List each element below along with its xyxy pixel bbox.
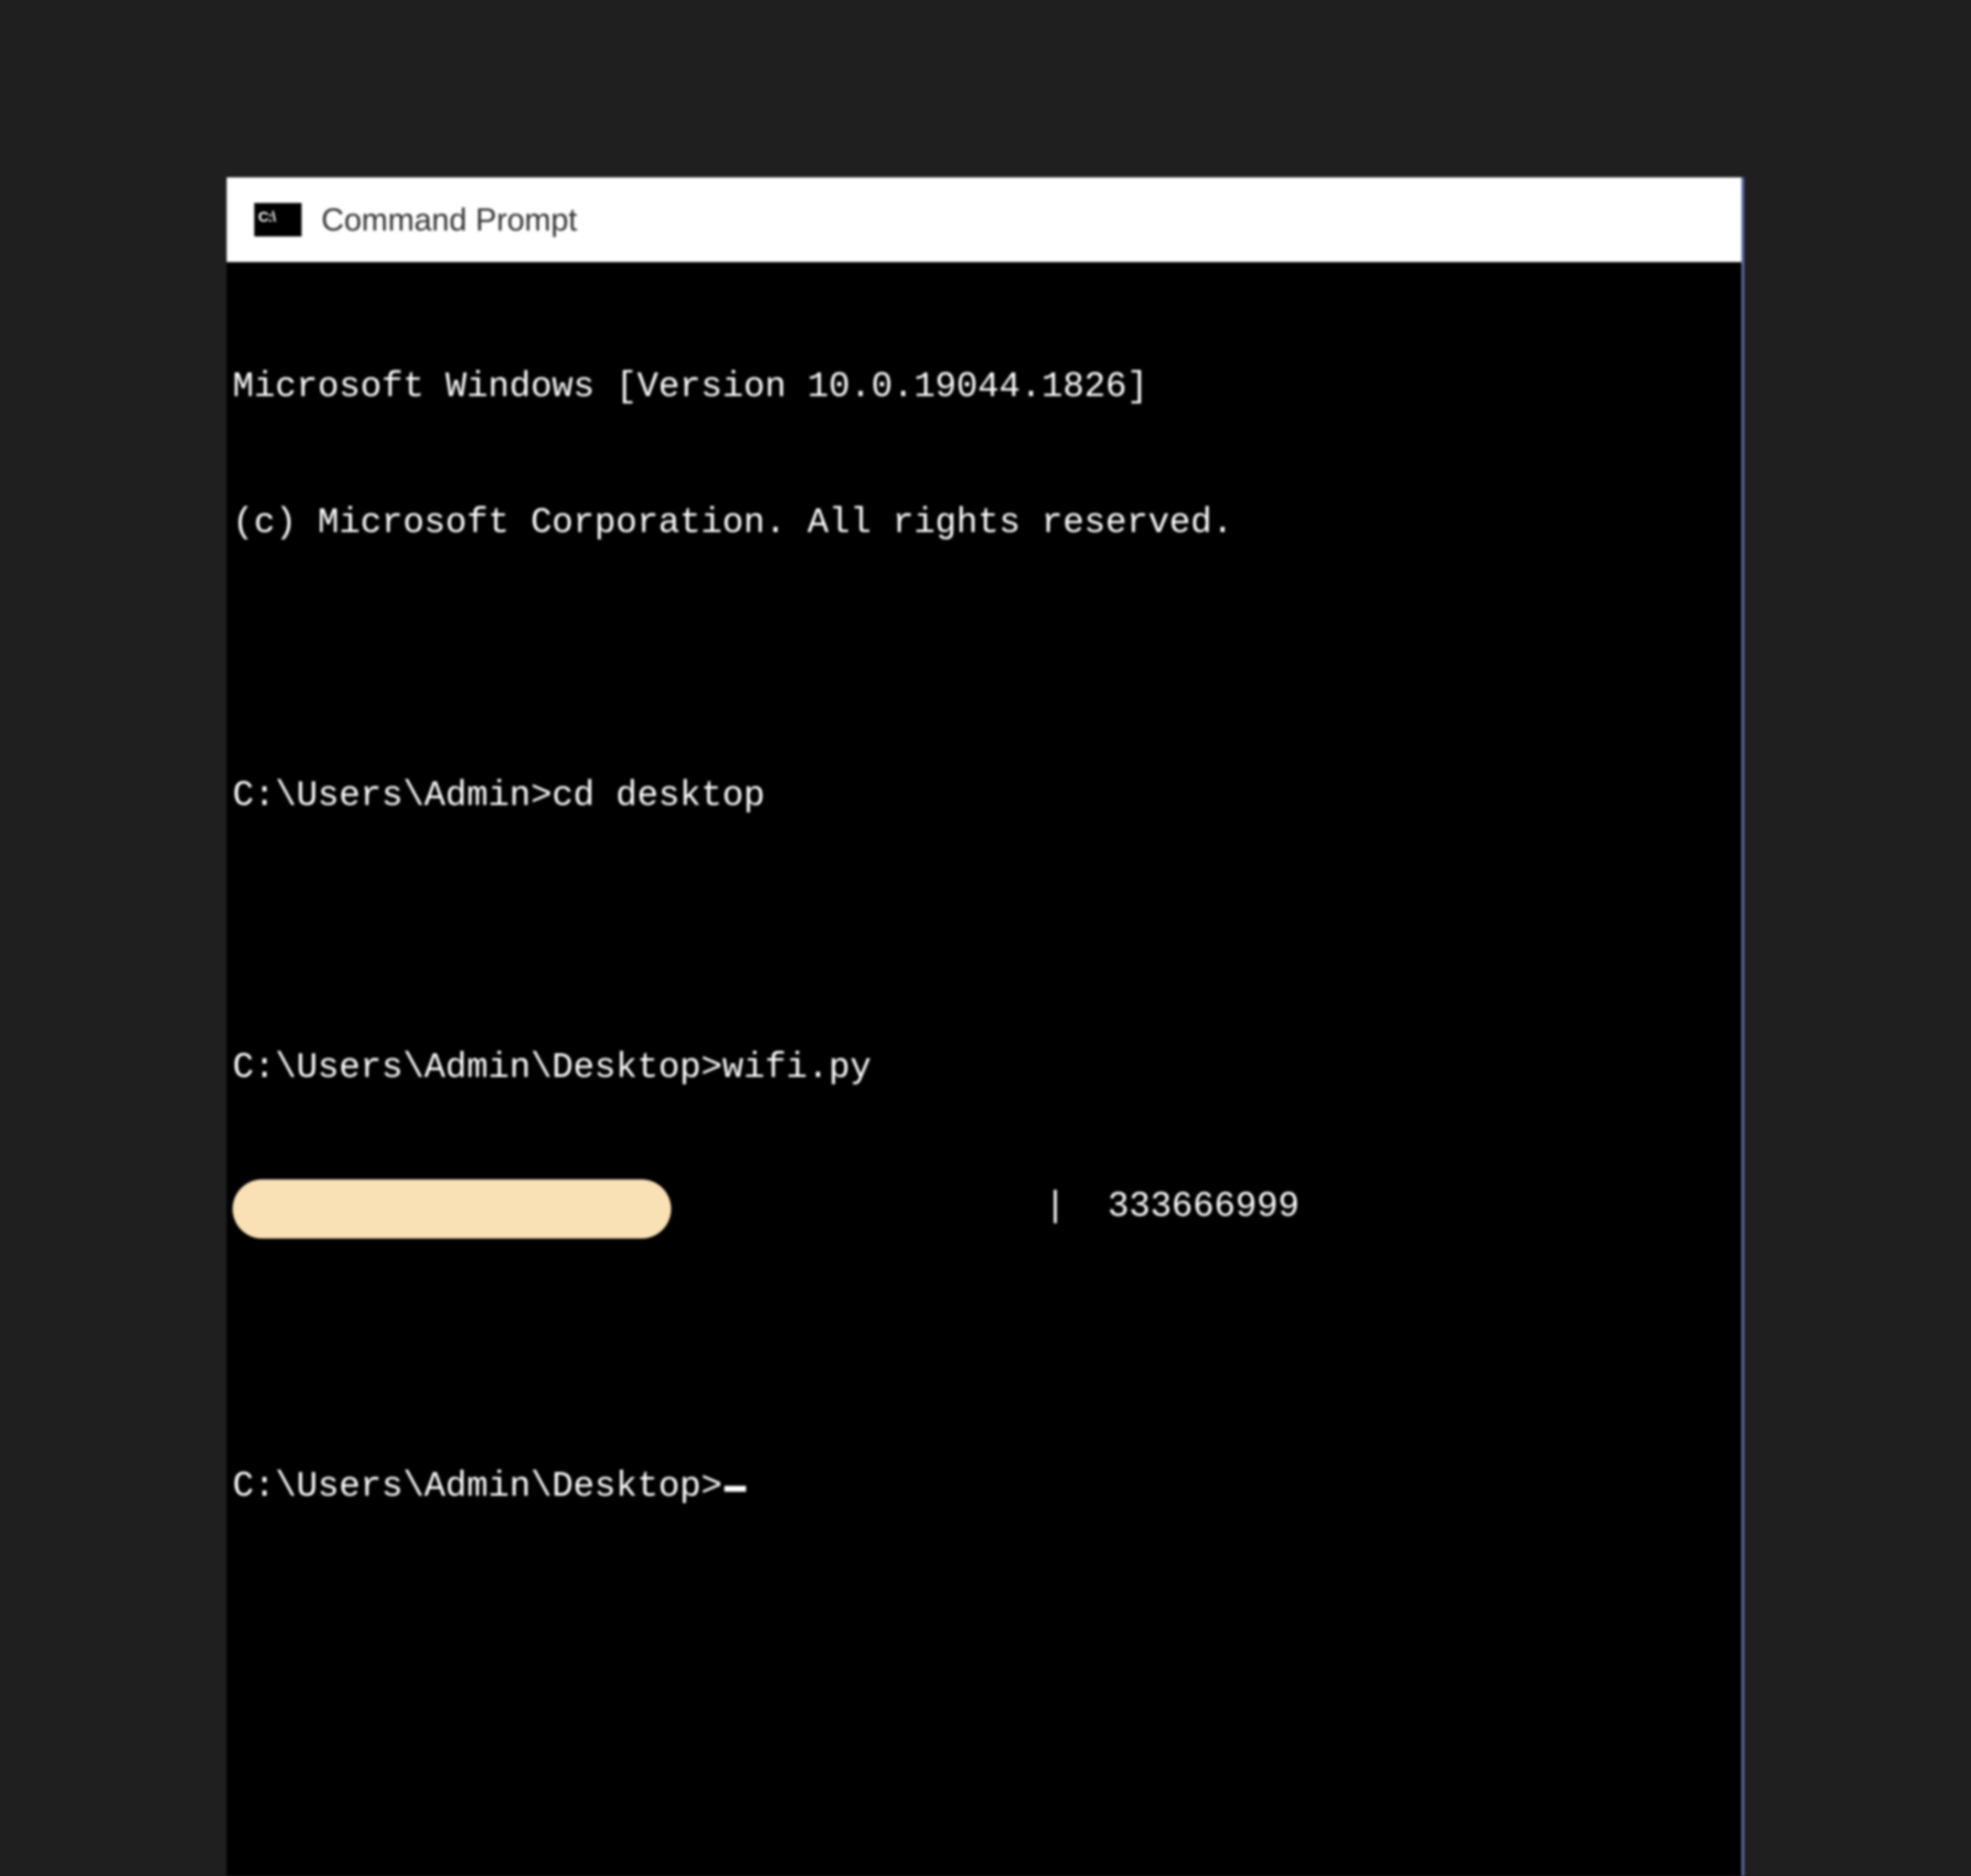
- output-separator: |: [1045, 1184, 1066, 1230]
- blank-line: [233, 909, 1735, 955]
- prompt-line: C:\Users\Admin\Desktop>: [233, 1464, 1735, 1509]
- prompt-path: C:\Users\Admin>: [233, 775, 552, 816]
- window-title: Command Prompt: [321, 202, 578, 238]
- banner-line: Microsoft Windows [Version 10.0.19044.18…: [233, 365, 1735, 410]
- prompt-line: C:\Users\Admin\Desktop>wifi.py: [233, 1045, 1735, 1091]
- prompt-path: C:\Users\Admin\Desktop>: [233, 1047, 722, 1088]
- blank-line: [233, 1328, 1735, 1374]
- command-text: cd desktop: [552, 775, 765, 816]
- titlebar[interactable]: Command Prompt: [227, 177, 1741, 262]
- redaction-overlay: [233, 1179, 671, 1239]
- cursor-icon: [724, 1486, 746, 1492]
- banner-line: (c) Microsoft Corporation. All rights re…: [233, 501, 1735, 546]
- command-text: wifi.py: [722, 1047, 871, 1088]
- blank-line: [233, 637, 1735, 683]
- output-value: 333666999: [1108, 1184, 1299, 1230]
- output-line: | 333666999: [233, 1177, 1735, 1237]
- prompt-line: C:\Users\Admin>cd desktop: [233, 773, 1735, 819]
- cmd-icon: [254, 203, 302, 236]
- prompt-path: C:\Users\Admin\Desktop>: [233, 1464, 722, 1509]
- terminal-area[interactable]: Microsoft Windows [Version 10.0.19044.18…: [227, 262, 1741, 1876]
- command-prompt-window: Command Prompt Microsoft Windows [Versio…: [227, 177, 1744, 1876]
